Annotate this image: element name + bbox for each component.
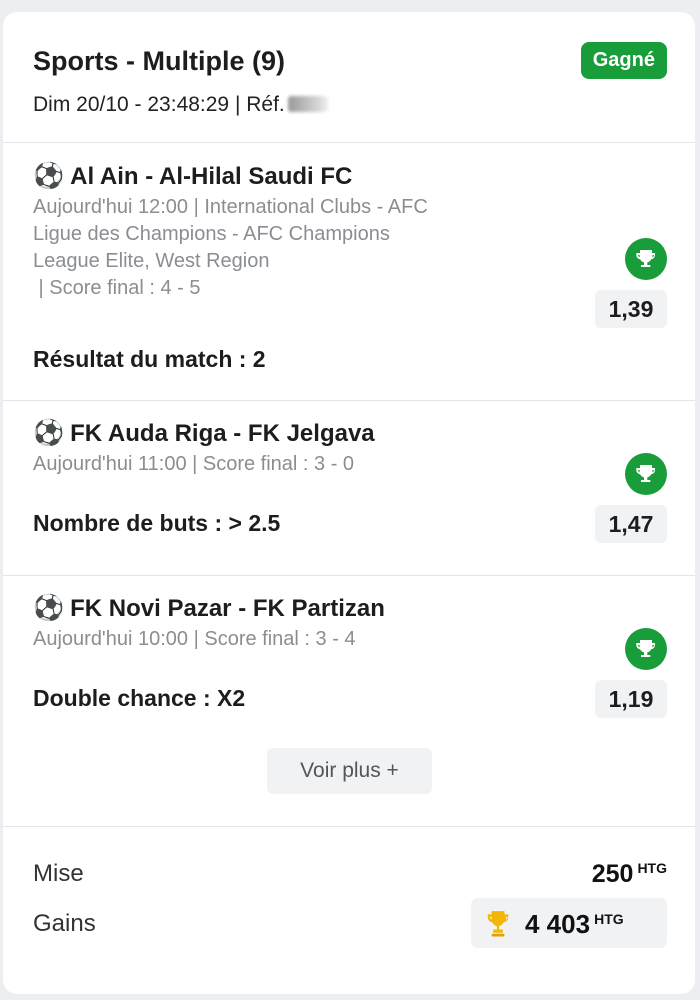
market-label: Résultat du match : 2 <box>33 346 266 372</box>
bet-datetime-ref: Dim 20/10 - 23:48:29 | Réf. <box>33 93 328 117</box>
market-label: Nombre de buts : > 2.5 <box>33 510 281 536</box>
info-line: Aujourd'hui 11:00 | Score final : 3 - 0 <box>33 453 355 475</box>
match-title: ⚽ FK Novi Pazar - FK Partizan <box>33 594 385 623</box>
datetime-ref-text: Dim 20/10 - 23:48:29 | Réf. <box>33 93 285 116</box>
teams-label: FK Novi Pazar - FK Partizan <box>70 595 385 622</box>
trophy-icon <box>625 628 667 670</box>
divider <box>3 575 695 576</box>
teams-label: FK Auda Riga - FK Jelgava <box>70 420 375 447</box>
odds-value: 1,47 <box>595 505 667 543</box>
info-line: Aujourd'hui 12:00 | International Clubs … <box>33 196 428 218</box>
match-info: Aujourd'hui 11:00 | Score final : 3 - 0 <box>33 451 354 478</box>
divider <box>3 826 695 827</box>
football-icon: ⚽ <box>33 594 65 622</box>
info-line: | Score final : 4 - 5 <box>33 277 201 299</box>
winnings-amount: 4 403 HTG <box>525 909 624 940</box>
teams-label: Al Ain - Al-Hilal Saudi FC <box>70 163 353 190</box>
bet-title: Sports - Multiple (9) <box>33 46 285 76</box>
info-line: Aujourd'hui 10:00 | Score final : 3 - 4 <box>33 628 356 650</box>
divider <box>3 142 695 143</box>
redacted-reference <box>287 96 328 112</box>
bet-card: Sports - Multiple (9) Dim 20/10 - 23:48:… <box>3 12 695 994</box>
odds-value: 1,39 <box>595 290 667 328</box>
stake-amount: 250 HTG <box>592 860 667 889</box>
match-info: Aujourd'hui 12:00 | International Clubs … <box>33 194 428 302</box>
market-label: Double chance : X2 <box>33 685 246 711</box>
gold-trophy-icon <box>485 909 511 942</box>
match-title: ⚽ Al Ain - Al-Hilal Saudi FC <box>33 162 352 191</box>
trophy-icon <box>625 453 667 495</box>
stake-label: Mise <box>33 860 84 887</box>
odds-value: 1,19 <box>595 680 667 718</box>
divider <box>3 400 695 401</box>
stake-value: 250 <box>591 860 634 888</box>
info-line: League Elite, West Region <box>33 250 270 272</box>
winnings-currency: HTG <box>594 911 624 927</box>
trophy-icon <box>625 238 667 280</box>
stake-currency: HTG <box>637 860 667 876</box>
info-line: Ligue des Champions - AFC Champions <box>33 223 390 245</box>
football-icon: ⚽ <box>33 419 65 447</box>
winnings-label: Gains <box>33 910 96 937</box>
winnings-box: 4 403 HTG <box>471 898 667 948</box>
bet-header: Sports - Multiple (9) Dim 20/10 - 23:48:… <box>3 12 695 142</box>
match-info: Aujourd'hui 10:00 | Score final : 3 - 4 <box>33 626 356 653</box>
status-badge: Gagné <box>580 42 667 79</box>
football-icon: ⚽ <box>33 162 65 190</box>
winnings-value: 4 403 <box>525 909 591 939</box>
see-more-button[interactable]: Voir plus + <box>267 748 432 794</box>
match-title: ⚽ FK Auda Riga - FK Jelgava <box>33 419 375 448</box>
